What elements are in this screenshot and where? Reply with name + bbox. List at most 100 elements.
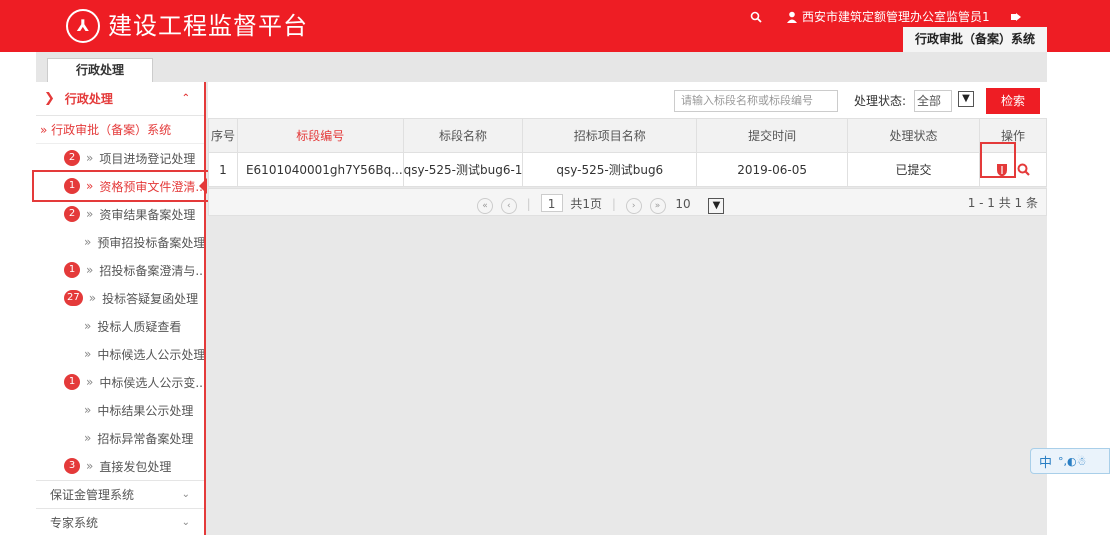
ime-label: 中 [1039, 455, 1053, 471]
cell-status: 已提交 [847, 152, 980, 187]
double-chevron-icon: » [86, 263, 94, 277]
ime-tools-icon: °,◐☃ [1058, 454, 1087, 468]
tab-strip [36, 52, 1047, 82]
sidebar-item-label: 资审结果备案处理 [99, 207, 196, 222]
double-chevron-icon: » [86, 459, 94, 473]
sidebar-item-bidding-clarification[interactable]: 1 » 招投标备案澄清与... [36, 256, 204, 284]
app-title: 建设工程监督平台 [108, 12, 308, 40]
divider: | [611, 197, 616, 211]
chevron-down-icon[interactable]: ▼ [708, 198, 725, 214]
results-table: 序号 标段编号 标段名称 招标项目名称 提交时间 处理状态 操作 1 E6101… [208, 118, 1048, 187]
status-label: 处理状态: [854, 94, 907, 108]
sidebar-item-label: 保证金管理系统 [50, 488, 135, 502]
sidebar-item-expert-system[interactable]: 专家系统 ⌄ [36, 508, 204, 536]
user-area: 西安市建筑定额管理办公室监管员1 [750, 8, 1022, 26]
sidebar-item-direct-contract[interactable]: 3 » 直接发包处理 [36, 452, 204, 480]
sidebar-subsection[interactable]: » 行政审批（备案）系统 [36, 116, 204, 144]
active-item-highlight [32, 170, 219, 202]
total-pages: 共1页 [570, 197, 602, 211]
count-badge: 1 [64, 374, 80, 390]
next-page-icon[interactable]: › [625, 198, 642, 214]
cell-time: 2019-06-05 [696, 152, 849, 187]
table-row: 1 E6101040001gh7Y56Bq... qsy-525-测试bug6-… [208, 152, 1048, 187]
status-select[interactable]: 全部 [914, 90, 952, 112]
count-badge: 1 [64, 262, 80, 278]
sidebar-item-prequal-result[interactable]: 2 » 资审结果备案处理 [36, 200, 204, 228]
double-chevron-icon: » [86, 151, 94, 165]
double-chevron-icon: » [84, 347, 92, 361]
double-chevron-icon: » [84, 403, 92, 417]
col-header-project: 招标项目名称 [522, 118, 698, 153]
sidebar-item-prequal-bidding[interactable]: » 预审招投标备案处理 [36, 228, 204, 256]
double-chevron-icon: » [86, 207, 94, 221]
sidebar-item-label: 直接发包处理 [99, 459, 172, 474]
user-name[interactable]: 西安市建筑定额管理办公室监管员1 [802, 8, 990, 26]
sidebar-item-label: 投标答疑复函处理 [102, 291, 199, 306]
search-icon[interactable] [750, 11, 762, 23]
sidebar-section-label: 行政处理 [64, 92, 113, 106]
first-page-icon[interactable]: « [477, 198, 493, 214]
sidebar-item-bid-exception[interactable]: » 招标异常备案处理 [36, 424, 204, 452]
sidebar-subsection-label: » 行政审批（备案）系统 [40, 123, 172, 137]
sidebar-item-label: 投标人质疑查看 [97, 319, 182, 334]
tab-admin-processing[interactable]: 行政处理 [47, 58, 153, 82]
chevron-right-icon: ❯ [44, 91, 55, 106]
double-chevron-icon: » [84, 235, 92, 249]
last-page-icon[interactable]: » [649, 198, 666, 214]
system-tab[interactable]: 行政审批（备案）系统 [903, 27, 1047, 52]
logo: ⅄ [66, 9, 100, 43]
sidebar-item-label: 专家系统 [50, 516, 99, 530]
sidebar-section-header[interactable]: ❯ 行政处理 ⌃ [36, 82, 204, 116]
col-header-code[interactable]: 标段编号 [236, 118, 404, 153]
double-chevron-icon: » [84, 431, 92, 445]
table-header-row: 序号 标段编号 标段名称 招标项目名称 提交时间 处理状态 操作 [208, 118, 1048, 153]
sidebar-item-result-publicity[interactable]: » 中标结果公示处理 [36, 396, 204, 424]
sidebar-item-deposit-system[interactable]: 保证金管理系统 ⌄ [36, 480, 204, 508]
sidebar-item-label: 招标异常备案处理 [97, 431, 194, 446]
sidebar-item-label: 项目进场登记处理 [99, 151, 196, 166]
double-chevron-icon: » [88, 291, 97, 305]
cell-no: 1 [208, 152, 238, 187]
cell-name: qsy-525-测试bug6-1 [402, 152, 524, 187]
col-header-no: 序号 [208, 118, 238, 153]
page-input[interactable]: 1 [540, 194, 563, 212]
count-badge: 27 [64, 290, 83, 306]
page-size[interactable]: 10 [675, 197, 690, 211]
sidebar-item-project-entry[interactable]: 2 » 项目进场登记处理 [36, 144, 204, 172]
pagination: « ‹ | 1 共1页 | › » 10 ▼ 1 - 1 共 1 条 [208, 188, 1047, 216]
double-chevron-icon: » [86, 375, 94, 389]
sidebar-item-label: 中标结果公示处理 [97, 403, 194, 418]
main-panel: 请输入标段名称或标段编号 处理状态: 全部 ▼ 检索 序号 标段编号 标段名称 … [208, 82, 1048, 535]
count-badge: 2 [64, 206, 80, 222]
cell-code: E6101040001gh7Y56Bq... [236, 152, 404, 187]
sidebar-item-bid-qa[interactable]: 27 » 投标答疑复函处理 [36, 284, 204, 312]
cell-project: qsy-525-测试bug6 [522, 152, 698, 187]
pager-summary: 1 - 1 共 1 条 [967, 196, 1038, 210]
chevron-down-icon: ⌄ [181, 489, 190, 500]
sidebar-item-bidder-objection[interactable]: » 投标人质疑查看 [36, 312, 204, 340]
logout-icon[interactable] [1010, 11, 1022, 23]
sidebar-item-candidate-change[interactable]: 1 » 中标侯选人公示变... [36, 368, 204, 396]
sidebar-item-label: 预审招投标备案处理 [97, 235, 204, 250]
search-input[interactable]: 请输入标段名称或标段编号 [674, 90, 838, 112]
search-button[interactable]: 检索 [986, 88, 1040, 114]
ime-toolbar[interactable]: 中 °,◐☃ [1030, 448, 1110, 474]
chevron-up-icon: ⌃ [181, 93, 190, 104]
col-header-time: 提交时间 [696, 118, 849, 153]
prev-page-icon[interactable]: ‹ [500, 198, 517, 214]
double-chevron-icon: » [84, 319, 92, 333]
chevron-down-icon[interactable]: ▼ [958, 91, 974, 107]
search-icon[interactable] [1017, 163, 1031, 177]
active-item-pointer [199, 178, 207, 194]
sidebar-item-label: 招投标备案澄清与... [99, 263, 204, 278]
sidebar-item-candidate-publicity[interactable]: » 中标候选人公示处理 [36, 340, 204, 368]
filter-bar: 请输入标段名称或标段编号 处理状态: 全部 ▼ 检索 [208, 82, 1047, 118]
chevron-down-icon: ⌄ [181, 517, 190, 528]
top-header: ⅄ 建设工程监督平台 西安市建筑定额管理办公室监管员1 行政审批（备案）系统 [0, 0, 1110, 52]
col-header-status: 处理状态 [847, 118, 980, 153]
sidebar-item-label: 中标侯选人公示变... [99, 375, 204, 390]
divider: | [526, 197, 531, 211]
action-highlight [980, 142, 1016, 178]
user-icon [787, 11, 797, 23]
count-badge: 3 [64, 458, 80, 474]
